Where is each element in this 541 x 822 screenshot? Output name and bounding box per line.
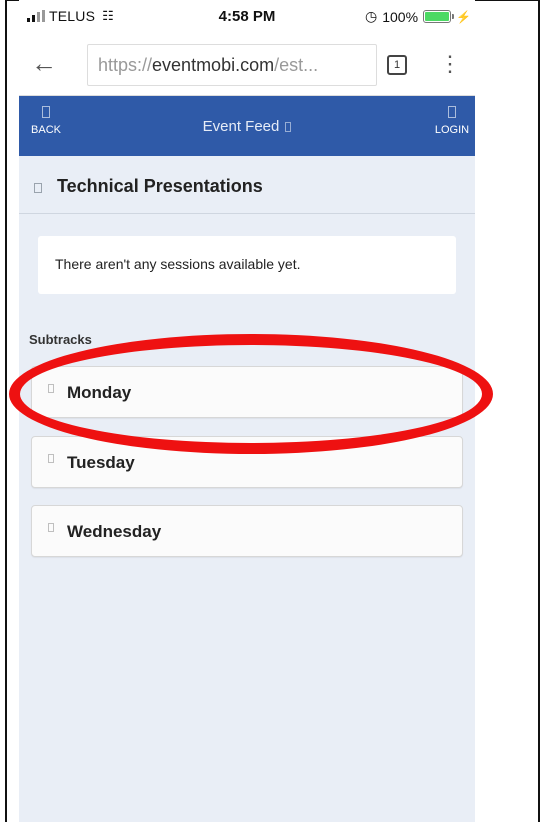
- header-title[interactable]: Event Feed: [19, 118, 475, 135]
- browser-toolbar: ← https://eventmobi.com/est... 1 ⋮: [19, 34, 475, 96]
- page-title: Technical Presentations: [57, 176, 263, 196]
- subtrack-label: Wednesday: [67, 522, 162, 541]
- subtrack-icon: [48, 454, 54, 463]
- dropdown-icon: [285, 122, 292, 133]
- subtrack-icon: [48, 523, 54, 532]
- header-title-text: Event Feed: [202, 118, 280, 135]
- empty-sessions-notice: There aren't any sessions available yet.: [38, 236, 456, 294]
- url-path: /est...: [274, 55, 319, 75]
- battery-icon: [423, 10, 455, 23]
- subtrack-item-wednesday[interactable]: Wednesday: [31, 505, 463, 557]
- browser-menu-icon[interactable]: ⋮: [439, 49, 461, 79]
- login-button[interactable]: LOGIN: [427, 106, 475, 136]
- url-bar[interactable]: https://eventmobi.com/est...: [87, 44, 377, 86]
- subtrack-label: Tuesday: [67, 453, 135, 472]
- alarm-icon: ◷: [365, 8, 378, 24]
- subtrack-icon: [48, 384, 54, 393]
- tab-switcher-button[interactable]: 1: [387, 55, 407, 75]
- track-icon: [34, 183, 42, 193]
- battery-percent: 100%: [382, 8, 419, 25]
- login-icon: [448, 106, 456, 118]
- battery-fill: [425, 12, 450, 21]
- subtrack-item-tuesday[interactable]: Tuesday: [31, 436, 463, 488]
- frame-right-border: [538, 0, 540, 822]
- charging-icon: ⚡: [456, 9, 471, 24]
- subtrack-label: Monday: [67, 383, 132, 402]
- subtrack-item-monday[interactable]: Monday: [31, 366, 463, 418]
- subtracks-heading: Subtracks: [29, 332, 92, 347]
- url-host: eventmobi.com: [152, 55, 275, 75]
- status-bar: TELUS ☷ 4:58 PM ◷ 100% ⚡: [19, 0, 475, 34]
- page-heading: Technical Presentations: [19, 156, 475, 214]
- app-header: BACK Event Feed LOGIN: [19, 96, 475, 156]
- phone-screen: TELUS ☷ 4:58 PM ◷ 100% ⚡ ← https://event…: [19, 0, 475, 822]
- browser-back-icon[interactable]: ←: [29, 48, 59, 78]
- url-scheme: https://: [98, 55, 153, 75]
- status-right: ◷ 100% ⚡: [365, 8, 471, 25]
- back-icon: [42, 106, 50, 118]
- frame-left-border: [5, 0, 7, 822]
- login-label: LOGIN: [434, 124, 470, 136]
